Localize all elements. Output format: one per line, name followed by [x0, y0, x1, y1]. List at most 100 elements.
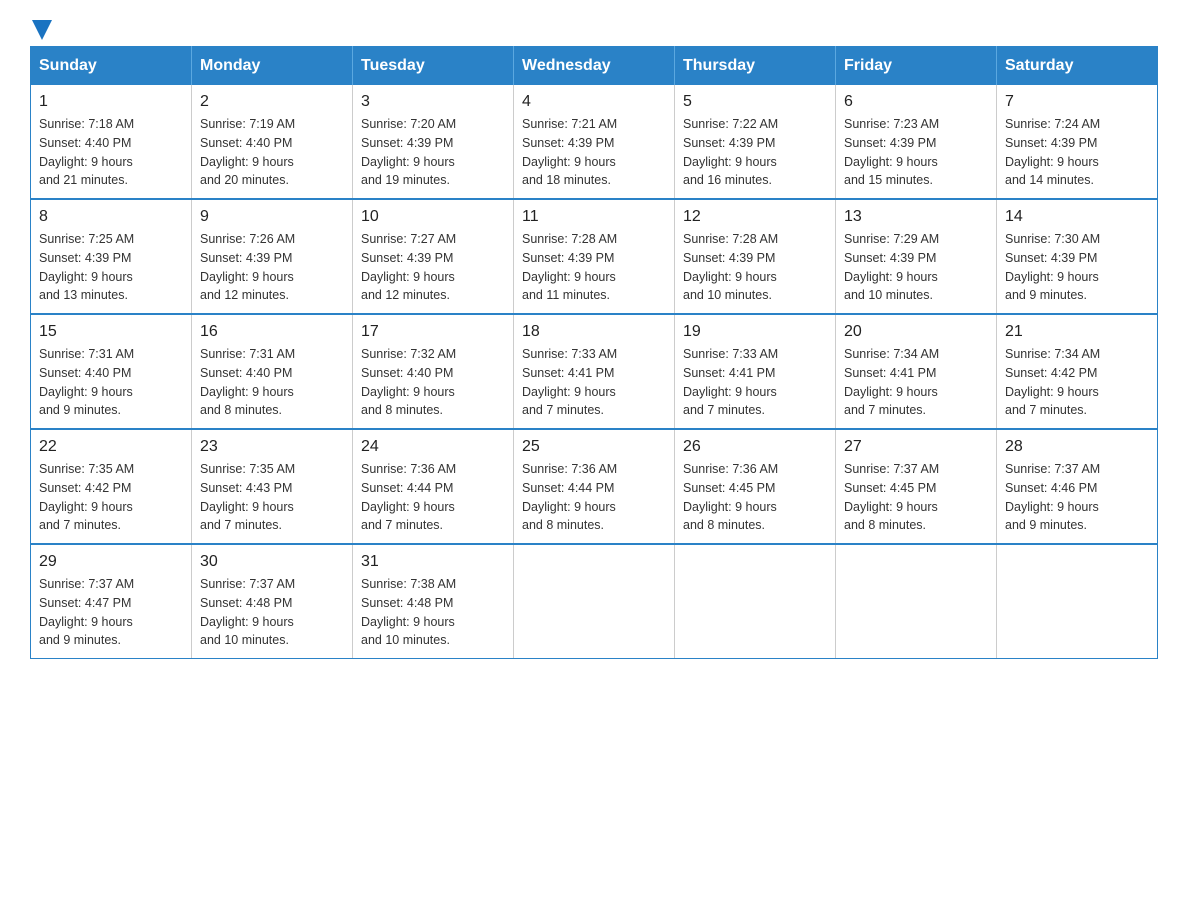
day-number: 8 — [39, 208, 183, 226]
day-number: 12 — [683, 208, 827, 226]
day-number: 9 — [200, 208, 344, 226]
calendar-cell: 11 Sunrise: 7:28 AMSunset: 4:39 PMDayligh… — [514, 199, 675, 314]
day-info: Sunrise: 7:31 AMSunset: 4:40 PMDaylight:… — [200, 345, 344, 420]
calendar-body: 1 Sunrise: 7:18 AMSunset: 4:40 PMDaylight… — [31, 85, 1158, 659]
calendar-cell: 21 Sunrise: 7:34 AMSunset: 4:42 PMDayligh… — [997, 314, 1158, 429]
calendar-cell: 25 Sunrise: 7:36 AMSunset: 4:44 PMDayligh… — [514, 429, 675, 544]
day-info: Sunrise: 7:20 AMSunset: 4:39 PMDaylight:… — [361, 115, 505, 190]
calendar-cell: 13 Sunrise: 7:29 AMSunset: 4:39 PMDayligh… — [836, 199, 997, 314]
calendar-cell: 24 Sunrise: 7:36 AMSunset: 4:44 PMDayligh… — [353, 429, 514, 544]
page-header — [30, 20, 1158, 36]
calendar-cell — [675, 544, 836, 659]
day-info: Sunrise: 7:34 AMSunset: 4:42 PMDaylight:… — [1005, 345, 1149, 420]
logo-triangle-icon — [32, 20, 52, 40]
day-info: Sunrise: 7:33 AMSunset: 4:41 PMDaylight:… — [522, 345, 666, 420]
calendar-cell: 8 Sunrise: 7:25 AMSunset: 4:39 PMDaylight… — [31, 199, 192, 314]
calendar-cell — [836, 544, 997, 659]
day-info: Sunrise: 7:36 AMSunset: 4:44 PMDaylight:… — [361, 460, 505, 535]
calendar-cell — [997, 544, 1158, 659]
day-info: Sunrise: 7:33 AMSunset: 4:41 PMDaylight:… — [683, 345, 827, 420]
day-number: 29 — [39, 553, 183, 571]
calendar-cell: 1 Sunrise: 7:18 AMSunset: 4:40 PMDaylight… — [31, 85, 192, 199]
day-info: Sunrise: 7:27 AMSunset: 4:39 PMDaylight:… — [361, 230, 505, 305]
day-number: 5 — [683, 93, 827, 111]
day-number: 20 — [844, 323, 988, 341]
day-info: Sunrise: 7:28 AMSunset: 4:39 PMDaylight:… — [683, 230, 827, 305]
weekday-header-monday: Monday — [192, 47, 353, 86]
day-info: Sunrise: 7:24 AMSunset: 4:39 PMDaylight:… — [1005, 115, 1149, 190]
day-info: Sunrise: 7:37 AMSunset: 4:46 PMDaylight:… — [1005, 460, 1149, 535]
weekday-header-wednesday: Wednesday — [514, 47, 675, 86]
calendar-cell: 6Sunrise: 7:23 AMSunset: 4:39 PMDaylight… — [836, 85, 997, 199]
calendar-cell: 7 Sunrise: 7:24 AMSunset: 4:39 PMDaylight… — [997, 85, 1158, 199]
day-number: 1 — [39, 93, 183, 111]
weekday-header-friday: Friday — [836, 47, 997, 86]
day-info: Sunrise: 7:37 AMSunset: 4:47 PMDaylight:… — [39, 575, 183, 650]
day-number: 23 — [200, 438, 344, 456]
day-info: Sunrise: 7:37 AMSunset: 4:48 PMDaylight:… — [200, 575, 344, 650]
day-number: 2 — [200, 93, 344, 111]
calendar-cell: 27 Sunrise: 7:37 AMSunset: 4:45 PMDayligh… — [836, 429, 997, 544]
calendar-cell: 19 Sunrise: 7:33 AMSunset: 4:41 PMDayligh… — [675, 314, 836, 429]
day-number: 3 — [361, 93, 505, 111]
day-number: 7 — [1005, 93, 1149, 111]
day-number: 15 — [39, 323, 183, 341]
calendar-cell: 16Sunrise: 7:31 AMSunset: 4:40 PMDayligh… — [192, 314, 353, 429]
calendar-cell: 15 Sunrise: 7:31 AMSunset: 4:40 PMDayligh… — [31, 314, 192, 429]
day-info: Sunrise: 7:36 AMSunset: 4:44 PMDaylight:… — [522, 460, 666, 535]
day-info: Sunrise: 7:25 AMSunset: 4:39 PMDaylight:… — [39, 230, 183, 305]
weekday-header-thursday: Thursday — [675, 47, 836, 86]
calendar-cell: 31Sunrise: 7:38 AMSunset: 4:48 PMDayligh… — [353, 544, 514, 659]
day-number: 19 — [683, 323, 827, 341]
day-number: 18 — [522, 323, 666, 341]
day-info: Sunrise: 7:36 AMSunset: 4:45 PMDaylight:… — [683, 460, 827, 535]
day-info: Sunrise: 7:32 AMSunset: 4:40 PMDaylight:… — [361, 345, 505, 420]
logo — [30, 20, 52, 36]
calendar-cell: 28 Sunrise: 7:37 AMSunset: 4:46 PMDayligh… — [997, 429, 1158, 544]
day-info: Sunrise: 7:30 AMSunset: 4:39 PMDaylight:… — [1005, 230, 1149, 305]
calendar-cell: 29 Sunrise: 7:37 AMSunset: 4:47 PMDayligh… — [31, 544, 192, 659]
day-info: Sunrise: 7:37 AMSunset: 4:45 PMDaylight:… — [844, 460, 988, 535]
day-info: Sunrise: 7:26 AMSunset: 4:39 PMDaylight:… — [200, 230, 344, 305]
day-number: 25 — [522, 438, 666, 456]
day-number: 10 — [361, 208, 505, 226]
day-info: Sunrise: 7:18 AMSunset: 4:40 PMDaylight:… — [39, 115, 183, 190]
day-info: Sunrise: 7:23 AMSunset: 4:39 PMDaylight:… — [844, 115, 988, 190]
day-number: 30 — [200, 553, 344, 571]
day-number: 13 — [844, 208, 988, 226]
day-number: 4 — [522, 93, 666, 111]
day-number: 28 — [1005, 438, 1149, 456]
calendar-cell — [514, 544, 675, 659]
day-number: 24 — [361, 438, 505, 456]
calendar-cell: 10 Sunrise: 7:27 AMSunset: 4:39 PMDayligh… — [353, 199, 514, 314]
calendar-cell: 4 Sunrise: 7:21 AMSunset: 4:39 PMDaylight… — [514, 85, 675, 199]
day-number: 14 — [1005, 208, 1149, 226]
calendar-cell: 18 Sunrise: 7:33 AMSunset: 4:41 PMDayligh… — [514, 314, 675, 429]
weekday-header-sunday: Sunday — [31, 47, 192, 86]
calendar-cell: 5 Sunrise: 7:22 AMSunset: 4:39 PMDaylight… — [675, 85, 836, 199]
day-info: Sunrise: 7:35 AMSunset: 4:42 PMDaylight:… — [39, 460, 183, 535]
day-info: Sunrise: 7:35 AMSunset: 4:43 PMDaylight:… — [200, 460, 344, 535]
day-info: Sunrise: 7:34 AMSunset: 4:41 PMDaylight:… — [844, 345, 988, 420]
day-info: Sunrise: 7:31 AMSunset: 4:40 PMDaylight:… — [39, 345, 183, 420]
day-info: Sunrise: 7:21 AMSunset: 4:39 PMDaylight:… — [522, 115, 666, 190]
calendar-cell: 12 Sunrise: 7:28 AMSunset: 4:39 PMDayligh… — [675, 199, 836, 314]
calendar-cell: 20 Sunrise: 7:34 AMSunset: 4:41 PMDayligh… — [836, 314, 997, 429]
day-info: Sunrise: 7:22 AMSunset: 4:39 PMDaylight:… — [683, 115, 827, 190]
calendar-cell: 2Sunrise: 7:19 AMSunset: 4:40 PMDaylight… — [192, 85, 353, 199]
day-info: Sunrise: 7:38 AMSunset: 4:48 PMDaylight:… — [361, 575, 505, 650]
calendar-cell: 9 Sunrise: 7:26 AMSunset: 4:39 PMDaylight… — [192, 199, 353, 314]
day-number: 21 — [1005, 323, 1149, 341]
day-number: 17 — [361, 323, 505, 341]
day-info: Sunrise: 7:29 AMSunset: 4:39 PMDaylight:… — [844, 230, 988, 305]
calendar-header: SundayMondayTuesdayWednesdayThursdayFrid… — [31, 47, 1158, 86]
day-number: 27 — [844, 438, 988, 456]
calendar-cell: 23 Sunrise: 7:35 AMSunset: 4:43 PMDayligh… — [192, 429, 353, 544]
calendar-cell: 17 Sunrise: 7:32 AMSunset: 4:40 PMDayligh… — [353, 314, 514, 429]
day-number: 11 — [522, 208, 666, 226]
calendar-table: SundayMondayTuesdayWednesdayThursdayFrid… — [30, 46, 1158, 659]
weekday-header-saturday: Saturday — [997, 47, 1158, 86]
weekday-header-tuesday: Tuesday — [353, 47, 514, 86]
day-info: Sunrise: 7:28 AMSunset: 4:39 PMDaylight:… — [522, 230, 666, 305]
day-number: 26 — [683, 438, 827, 456]
